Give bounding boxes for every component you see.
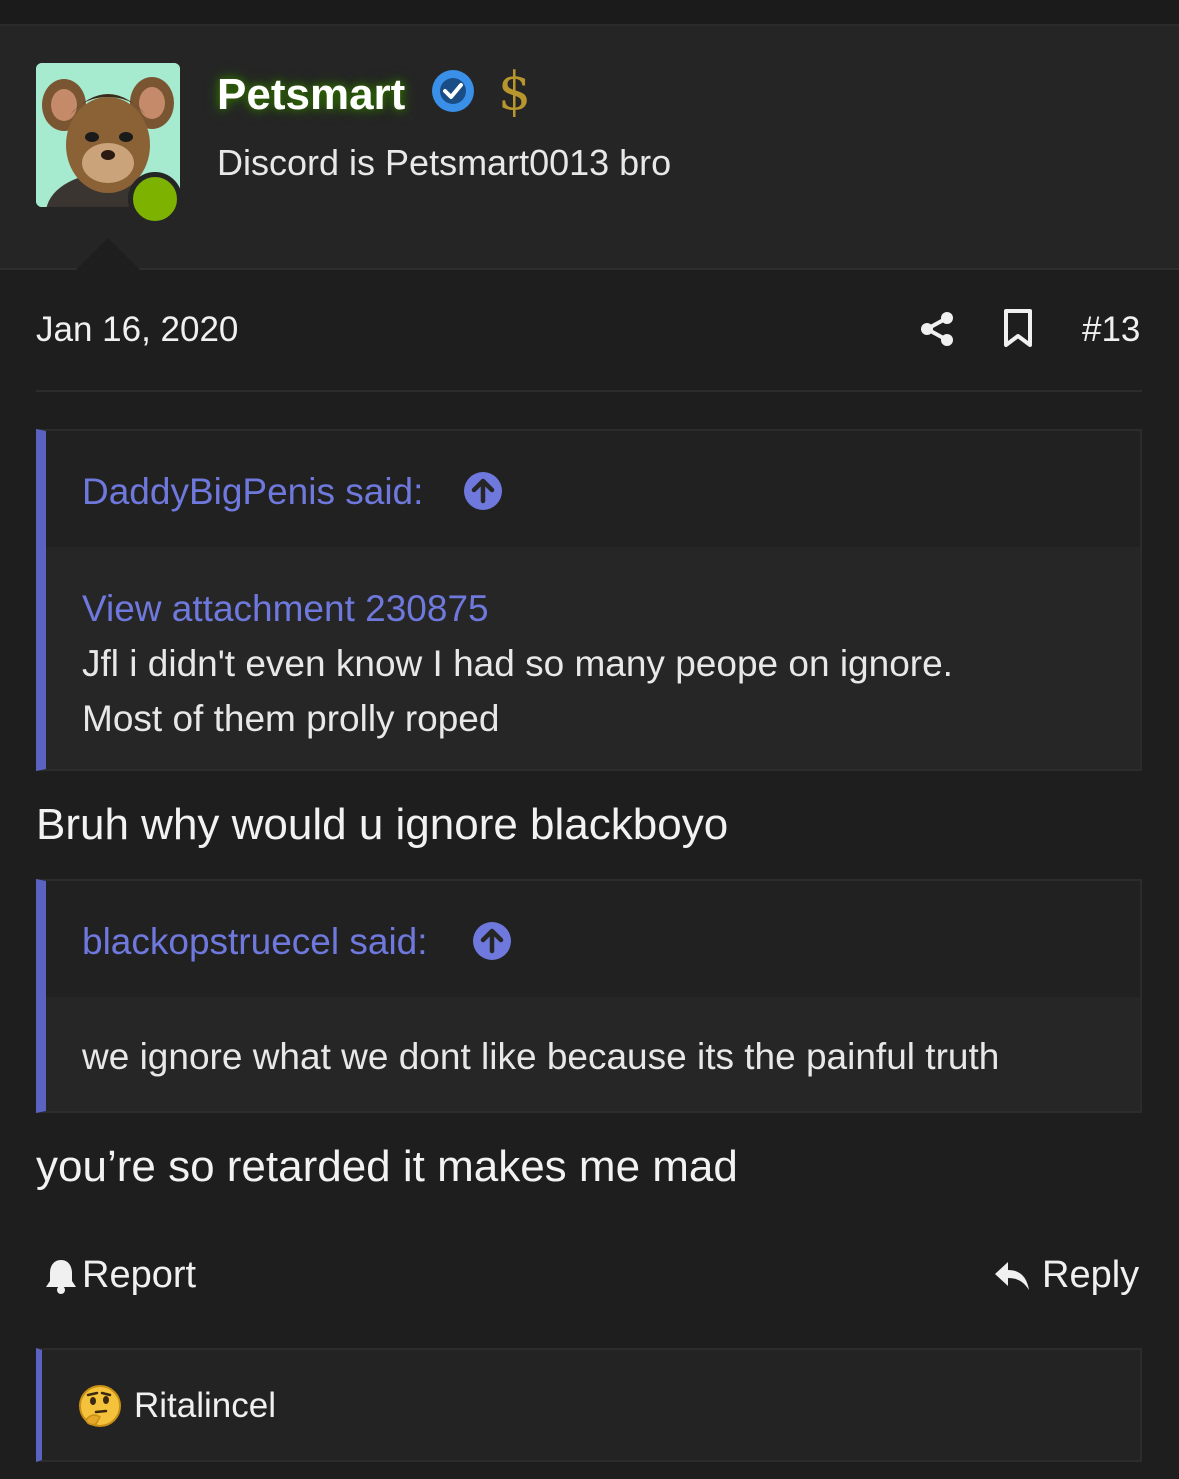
verified-icon [432, 70, 474, 112]
quote-header: blackopstruecel said: [46, 881, 1140, 997]
share-icon[interactable] [918, 310, 956, 348]
quote-header: DaddyBigPenis said: [46, 431, 1140, 547]
divider [36, 390, 1142, 392]
quote-line: we ignore what we dont like because its … [82, 1036, 1000, 1077]
attachment-link[interactable]: View attachment 230875 [82, 581, 953, 636]
thinking-emoji-icon [79, 1385, 121, 1427]
report-button[interactable]: Report [44, 1254, 196, 1297]
quote-content: we ignore what we dont like because its … [82, 1029, 999, 1084]
quote-block: blackopstruecel said: we ignore what we … [36, 879, 1142, 1113]
reply-label: Reply [1042, 1254, 1140, 1296]
post-date[interactable]: Jan 16, 2020 [36, 310, 238, 350]
user-title: Discord is Petsmart0013 bro [217, 142, 672, 183]
arrow-up-circle-icon[interactable] [472, 921, 512, 961]
reply-arrow-icon [995, 1261, 1029, 1290]
dollar-badge-icon: $ [498, 62, 532, 122]
report-label: Report [82, 1254, 197, 1296]
bookmark-icon[interactable] [1001, 308, 1035, 348]
post-message: Bruh why would u ignore blackboyo [36, 800, 729, 849]
header-pointer [76, 238, 140, 270]
top-bar [0, 0, 1179, 26]
arrow-up-circle-icon[interactable] [463, 471, 503, 511]
username[interactable]: Petsmart [217, 70, 405, 120]
quote-line: Jfl i didn't even know I had so many peo… [82, 643, 953, 684]
reaction-user-link[interactable]: Ritalincel [134, 1386, 276, 1426]
bell-icon [46, 1259, 76, 1294]
reactions-bar[interactable]: Ritalincel [36, 1348, 1142, 1462]
quote-author-link[interactable]: DaddyBigPenis said: [82, 471, 423, 513]
post-message: you’re so retarded it makes me mad [36, 1142, 738, 1191]
quote-block: DaddyBigPenis said: View attachment 2308… [36, 429, 1142, 771]
online-status-dot [128, 172, 182, 226]
quote-content: View attachment 230875 Jfl i didn't even… [82, 581, 953, 746]
reply-button[interactable]: Reply [992, 1254, 1139, 1297]
quote-author-link[interactable]: blackopstruecel said: [82, 921, 428, 963]
post-number[interactable]: #13 [1082, 310, 1140, 350]
quote-line: Most of them prolly roped [82, 698, 500, 739]
